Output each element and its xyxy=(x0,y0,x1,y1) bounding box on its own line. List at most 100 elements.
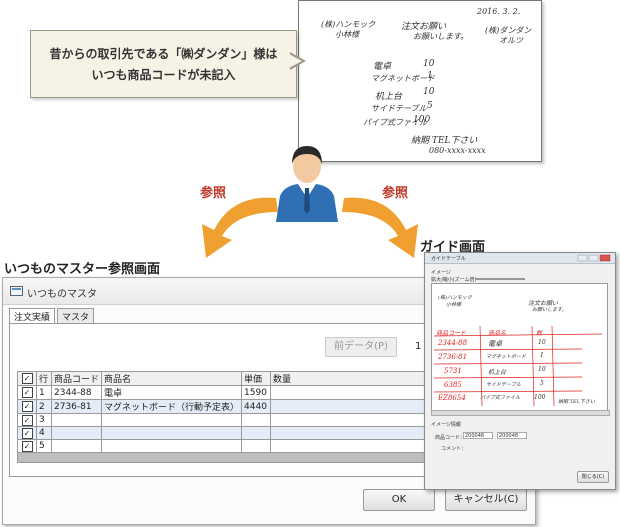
table-row[interactable]: ✓ 1 2344-88 電卓 1590 xyxy=(17,385,429,400)
row-line: 4 xyxy=(36,426,52,440)
window-app-icon xyxy=(10,286,23,296)
guide-qty: 1 xyxy=(540,352,544,359)
row-name xyxy=(101,413,243,427)
row-checkbox[interactable]: ✓ xyxy=(21,414,33,426)
row-line: 2 xyxy=(36,399,52,414)
guide-titlebar[interactable]: ガイドテーブル xyxy=(425,253,615,264)
bubble-line-2: いつも商品コードが未記入 xyxy=(91,68,236,82)
sheet-date: 2016. 3. 2. xyxy=(477,7,521,16)
guide-code: 5731 xyxy=(444,367,462,375)
guide-request-2: お願いします。 xyxy=(532,307,567,313)
guide-item: サイドテーブル xyxy=(486,382,521,388)
col-price-header: 単価 xyxy=(241,371,272,386)
sheet-item-name: 電卓 xyxy=(373,62,392,72)
sheet-to-dept: 小林様 xyxy=(335,30,359,39)
table-row[interactable]: ✓ 3 xyxy=(17,413,429,427)
zoom-slider[interactable] xyxy=(475,278,525,280)
prev-data-button[interactable]: 前データ(P) xyxy=(325,337,397,357)
guide-window: ガイドテーブル イメージ 拡大/縮小(ズーム倍) (株)ハンモック 小林様 注文… xyxy=(424,252,616,490)
guide-code-label: 商品コード： xyxy=(435,435,466,441)
col-qty-header: 数量 xyxy=(270,371,429,386)
ref-label-left: 参照 xyxy=(200,186,227,201)
row-price xyxy=(241,413,272,427)
sheet-footer-2: 080-xxxx-xxxx xyxy=(429,146,486,155)
sheet-item-qty: 100 xyxy=(413,115,431,125)
row-checkbox[interactable]: ✓ xyxy=(21,401,33,412)
guide-image-view[interactable]: (株)ハンモック 小林様 注文お願い お願いします。 商品コード 商品名 数 2… xyxy=(431,283,608,411)
row-code xyxy=(50,426,103,440)
sheet-request-2: お願いします。 xyxy=(413,32,469,41)
row-line: 5 xyxy=(36,439,52,453)
sheet-item-qty: 5 xyxy=(427,101,433,111)
sheet-item-qty: 1 xyxy=(427,71,433,81)
guide-qty: 100 xyxy=(534,394,546,401)
order-table: ✓ 行 商品コード 商品名 単価 数量 ✓ 1 2344-88 電卓 1590 … xyxy=(16,371,429,463)
row-checkbox[interactable]: ✓ xyxy=(21,387,33,398)
page-hint: 1 xyxy=(415,341,422,352)
row-qty-cell[interactable] xyxy=(270,439,429,453)
guide-code-field-2[interactable]: 200048 xyxy=(497,432,527,439)
table-row[interactable]: ✓ 2 2736-81 マグネットボード（行動予定表） 4440 xyxy=(17,399,429,414)
guide-code: EZ8654 xyxy=(438,394,466,402)
handwritten-order-sheet: 2016. 3. 2. (株)ハンモック 小林様 注文お願い お願いします。 (… xyxy=(298,0,542,162)
row-name xyxy=(101,439,243,453)
bubble-line-1: 昔からの取引先である「㈱ダンダン」様は xyxy=(49,47,278,61)
row-code xyxy=(50,413,103,427)
row-qty-cell[interactable] xyxy=(270,413,429,427)
row-price xyxy=(241,426,272,440)
guide-code-field-1[interactable]: 200048 xyxy=(463,432,493,439)
ref-label-right: 参照 xyxy=(382,186,409,201)
row-line: 1 xyxy=(36,385,52,400)
bubble-tail-inner xyxy=(289,54,302,68)
guide-item: 机上台 xyxy=(488,369,507,376)
sheet-item-name: サイドテーブル xyxy=(371,104,427,113)
guide-code: 2344-88 xyxy=(438,339,468,347)
row-name: 電卓 xyxy=(101,385,243,400)
row-qty-cell[interactable] xyxy=(270,399,429,414)
table-row[interactable]: ✓ 5 xyxy=(17,439,429,453)
sheet-item-qty: 10 xyxy=(423,59,435,69)
businessman-icon xyxy=(276,146,338,222)
sheet-item-qty: 10 xyxy=(423,87,435,97)
row-qty-cell[interactable] xyxy=(270,426,429,440)
table-row[interactable]: ✓ 4 xyxy=(17,426,429,440)
speech-bubble: 昔からの取引先である「㈱ダンダン」様は いつも商品コードが未記入 xyxy=(30,30,297,98)
sheet-from-person: オルツ xyxy=(499,36,523,45)
guide-qty: 5 xyxy=(540,380,544,387)
guide-zoom-label: 拡大/縮小(ズーム倍) xyxy=(431,277,477,283)
row-name xyxy=(101,426,243,440)
window-controls-icon[interactable] xyxy=(577,254,611,262)
row-checkbox[interactable]: ✓ xyxy=(21,440,33,452)
guide-qty: 10 xyxy=(538,366,546,373)
guide-scrollbar[interactable] xyxy=(431,410,610,416)
col-code-header: 商品コード xyxy=(50,371,103,386)
guide-code: 2736-81 xyxy=(438,353,468,361)
guide-code: 6385 xyxy=(444,381,462,389)
guide-to-dept: 小林様 xyxy=(446,302,462,308)
cancel-button[interactable]: キャンセル(C) xyxy=(445,489,527,511)
row-name: マグネットボード（行動予定表） xyxy=(101,399,243,414)
master-window-title: いつものマスタ xyxy=(27,289,97,300)
sheet-item-name: マグネットボード xyxy=(371,74,435,83)
row-price: 4440 xyxy=(241,399,272,414)
guide-comment-label: コメント： xyxy=(441,446,467,452)
guide-item: 電卓 xyxy=(488,340,502,348)
ok-button[interactable]: OK xyxy=(363,489,435,511)
left-screen-title: いつものマスター参照画面 xyxy=(4,262,161,277)
col-check-header[interactable]: ✓ xyxy=(17,371,37,386)
row-code: 2736-81 xyxy=(50,399,103,414)
guide-info-label: イメージ情報 xyxy=(431,422,461,428)
row-price: 1590 xyxy=(241,385,272,400)
guide-footer: 納期 TEL下さい xyxy=(558,399,595,405)
row-checkbox[interactable]: ✓ xyxy=(21,427,33,439)
guide-item: パイプ式ファイル xyxy=(480,395,521,401)
row-qty-cell[interactable] xyxy=(270,385,429,400)
guide-image-label: イメージ xyxy=(431,270,451,276)
guide-window-title: ガイドテーブル xyxy=(431,256,466,262)
col-name-header: 商品名 xyxy=(101,371,243,386)
table-footer-row xyxy=(16,452,429,463)
guide-close-button[interactable]: 閉じる(C) xyxy=(577,471,609,483)
row-code: 2344-88 xyxy=(50,385,103,400)
sheet-footer-1: 納期 TEL下さい xyxy=(411,136,478,146)
row-code xyxy=(50,439,103,453)
